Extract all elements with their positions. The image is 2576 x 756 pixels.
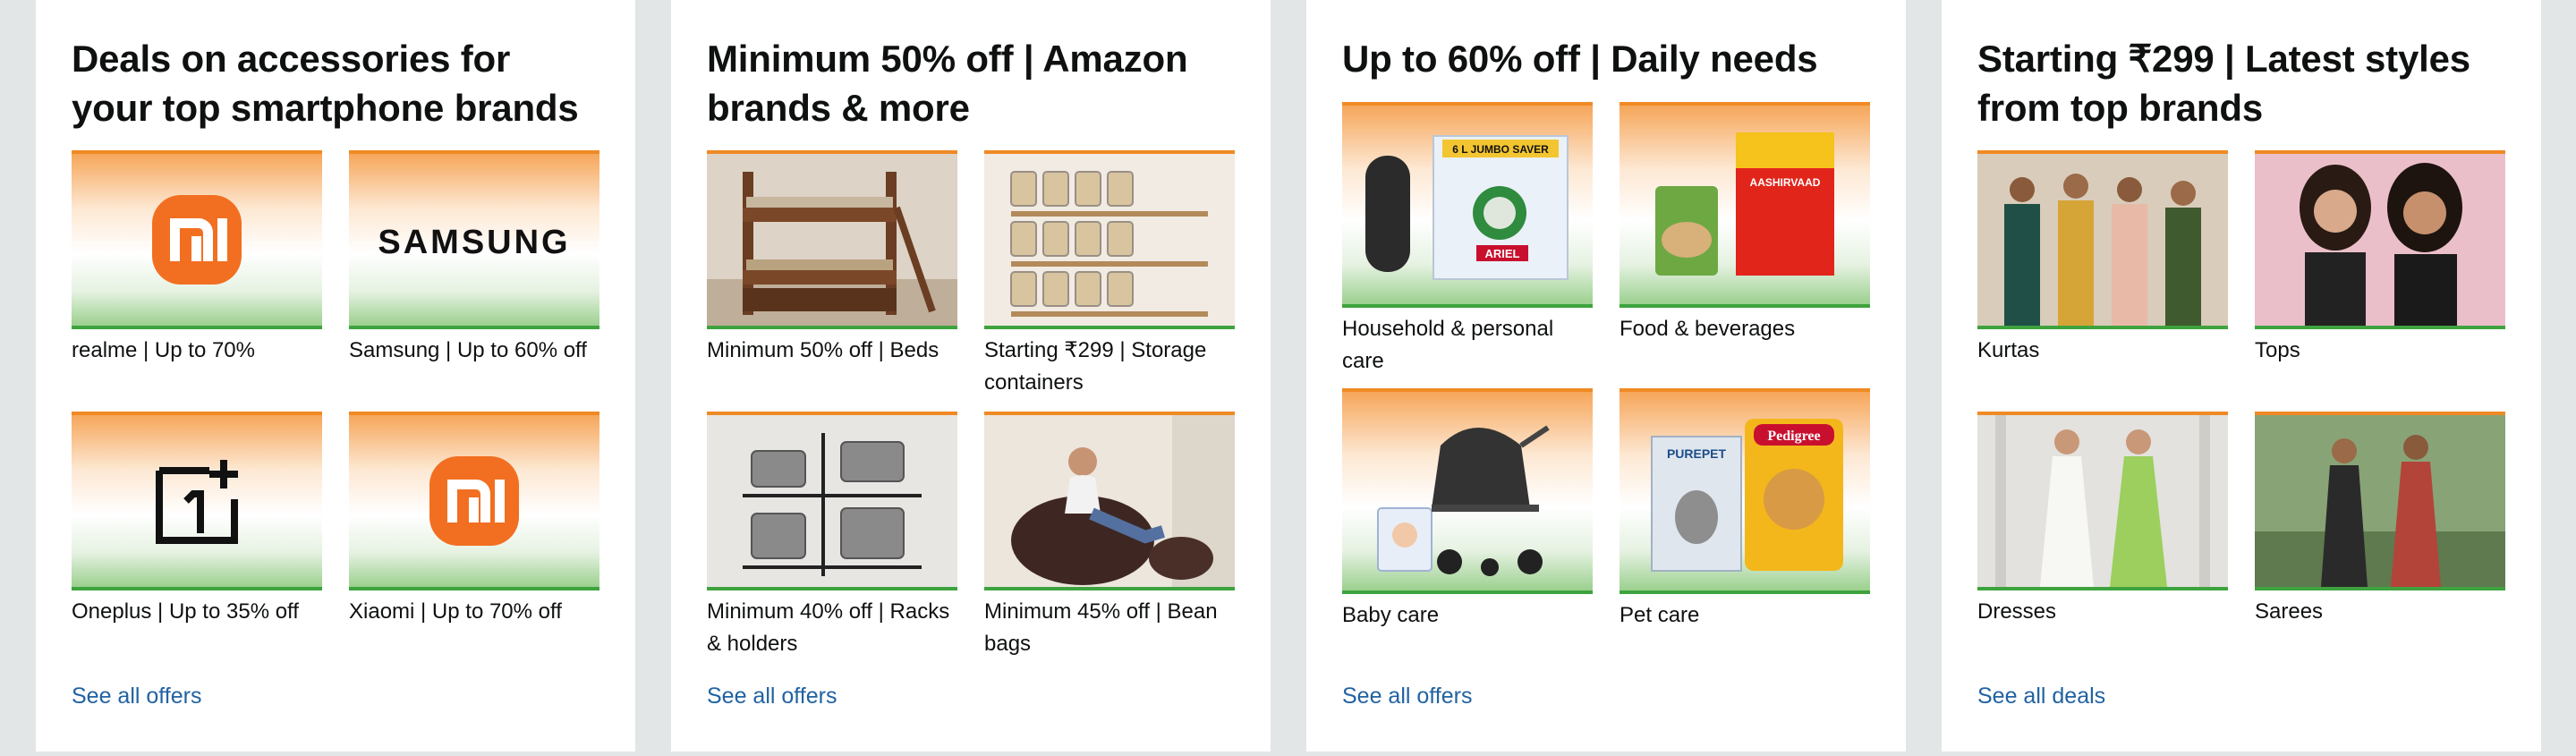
tile-label: Oneplus | Up to 35% off	[72, 599, 299, 624]
card-title: Deals on accessories for your top smartp…	[72, 38, 579, 129]
mi-logo-icon	[429, 456, 519, 546]
mi-logo-icon	[152, 195, 242, 285]
oneplus-logo-icon	[156, 460, 238, 544]
pet-food-image: PUREPET Pedigree	[1651, 419, 1843, 572]
see-all-deals-link[interactable]: See all deals	[1977, 682, 2105, 710]
tile-sarees[interactable]: Sarees	[2255, 412, 2505, 628]
bunk-bed-image	[707, 154, 957, 326]
tile-label: Minimum 50% off | Beds	[707, 338, 939, 362]
svg-text:6 L JUMBO SAVER: 6 L JUMBO SAVER	[1452, 143, 1549, 156]
tile-image	[984, 150, 1235, 329]
tile-label: Kurtas	[1977, 338, 2040, 362]
tile-image	[707, 150, 957, 329]
tile-label: Starting ₹299 | Storage containers	[984, 338, 1207, 395]
tile-label: Xiaomi | Up to 70% off	[349, 599, 562, 624]
tile-tops[interactable]: Tops	[2255, 150, 2505, 367]
tile-storage-containers[interactable]: Starting ₹299 | Storage containers	[984, 150, 1235, 399]
tile-food-beverages[interactable]: AASHIRVAAD Food & beverages	[1620, 102, 1870, 345]
tile-label: realme | Up to 70%	[72, 338, 255, 362]
tile-label: Pet care	[1620, 603, 1700, 627]
tile-pet-care[interactable]: PUREPET Pedigree Pet care	[1620, 388, 1870, 632]
kurtas-image	[1977, 154, 2228, 326]
tile-image	[1342, 388, 1593, 594]
card-title: Minimum 50% off | Amazon brands & more	[707, 38, 1188, 129]
see-all-offers-link[interactable]: See all offers	[707, 682, 837, 710]
tile-realme[interactable]: realme | Up to 70%	[72, 150, 322, 367]
tile-racks-holders[interactable]: Minimum 40% off | Racks & holders	[707, 412, 957, 660]
svg-text:SAMSUNG: SAMSUNG	[378, 224, 570, 261]
card-smartphone-accessories: Deals on accessories for your top smartp…	[36, 0, 635, 752]
svg-text:Pedigree: Pedigree	[1767, 429, 1820, 444]
pot-rack-image	[707, 415, 957, 587]
tile-baby-care[interactable]: Baby care	[1342, 388, 1593, 632]
svg-text:AASHIRVAAD: AASHIRVAAD	[1750, 176, 1821, 189]
tile-label: Minimum 45% off | Bean bags	[984, 599, 1218, 656]
card-daily-needs: Up to 60% off | Daily needs 6 L JUMBO SA…	[1306, 0, 1906, 752]
stroller-image	[1377, 425, 1550, 576]
jars-shelf-image	[984, 154, 1235, 326]
card-title: Starting ₹299 | Latest styles from top b…	[1977, 38, 2470, 129]
tile-label: Household & personal care	[1342, 317, 1554, 373]
sarees-image	[2255, 415, 2505, 587]
svg-text:PUREPET: PUREPET	[1667, 446, 1727, 461]
tile-image: SAMSUNG	[349, 150, 599, 329]
tile-household-personal-care[interactable]: 6 L JUMBO SAVER ARIEL Household & person…	[1342, 102, 1593, 378]
tile-label: Samsung | Up to 60% off	[349, 338, 587, 362]
tops-image	[2255, 154, 2505, 326]
tile-image	[1977, 412, 2228, 590]
card-amazon-brands: Minimum 50% off | Amazon brands & more M…	[671, 0, 1271, 752]
see-all-offers-link[interactable]: See all offers	[72, 682, 201, 710]
tile-label: Minimum 40% off | Racks & holders	[707, 599, 950, 656]
tile-image	[72, 412, 322, 590]
tile-image	[2255, 150, 2505, 329]
tile-oneplus[interactable]: Oneplus | Up to 35% off	[72, 412, 322, 628]
tile-label: Dresses	[1977, 599, 2057, 624]
tile-xiaomi[interactable]: Xiaomi | Up to 70% off	[349, 412, 599, 628]
tile-image: 6 L JUMBO SAVER ARIEL	[1342, 102, 1593, 308]
tile-label: Baby care	[1342, 603, 1440, 627]
tile-label: Sarees	[2255, 599, 2324, 624]
tile-image: PUREPET Pedigree	[1620, 388, 1870, 594]
deals-card-row: Deals on accessories for your top smartp…	[0, 0, 2576, 756]
tile-image	[1977, 150, 2228, 329]
dresses-image	[1977, 415, 2228, 587]
svg-text:ARIEL: ARIEL	[1485, 247, 1520, 260]
tile-dresses[interactable]: Dresses	[1977, 412, 2228, 628]
tile-image	[984, 412, 1235, 590]
tile-bean-bags[interactable]: Minimum 45% off | Bean bags	[984, 412, 1235, 660]
samsung-logo-icon: SAMSUNG	[378, 224, 570, 261]
card-title: Up to 60% off | Daily needs	[1342, 38, 1818, 80]
tile-image: AASHIRVAAD	[1620, 102, 1870, 308]
food-products-image: AASHIRVAAD	[1655, 132, 1834, 276]
tile-image	[349, 412, 599, 590]
detergent-image: 6 L JUMBO SAVER ARIEL	[1365, 135, 1569, 280]
tile-image	[72, 150, 322, 329]
tile-image	[2255, 412, 2505, 590]
tile-beds[interactable]: Minimum 50% off | Beds	[707, 150, 957, 367]
see-all-offers-link[interactable]: See all offers	[1342, 682, 1472, 710]
tile-samsung[interactable]: SAMSUNG Samsung | Up to 60% off	[349, 150, 599, 367]
tile-label: Food & beverages	[1620, 317, 1796, 341]
bean-bag-image	[984, 415, 1235, 587]
card-latest-styles: Starting ₹299 | Latest styles from top b…	[1942, 0, 2541, 752]
tile-label: Tops	[2255, 338, 2300, 362]
tile-kurtas[interactable]: Kurtas	[1977, 150, 2228, 367]
tile-image	[707, 412, 957, 590]
